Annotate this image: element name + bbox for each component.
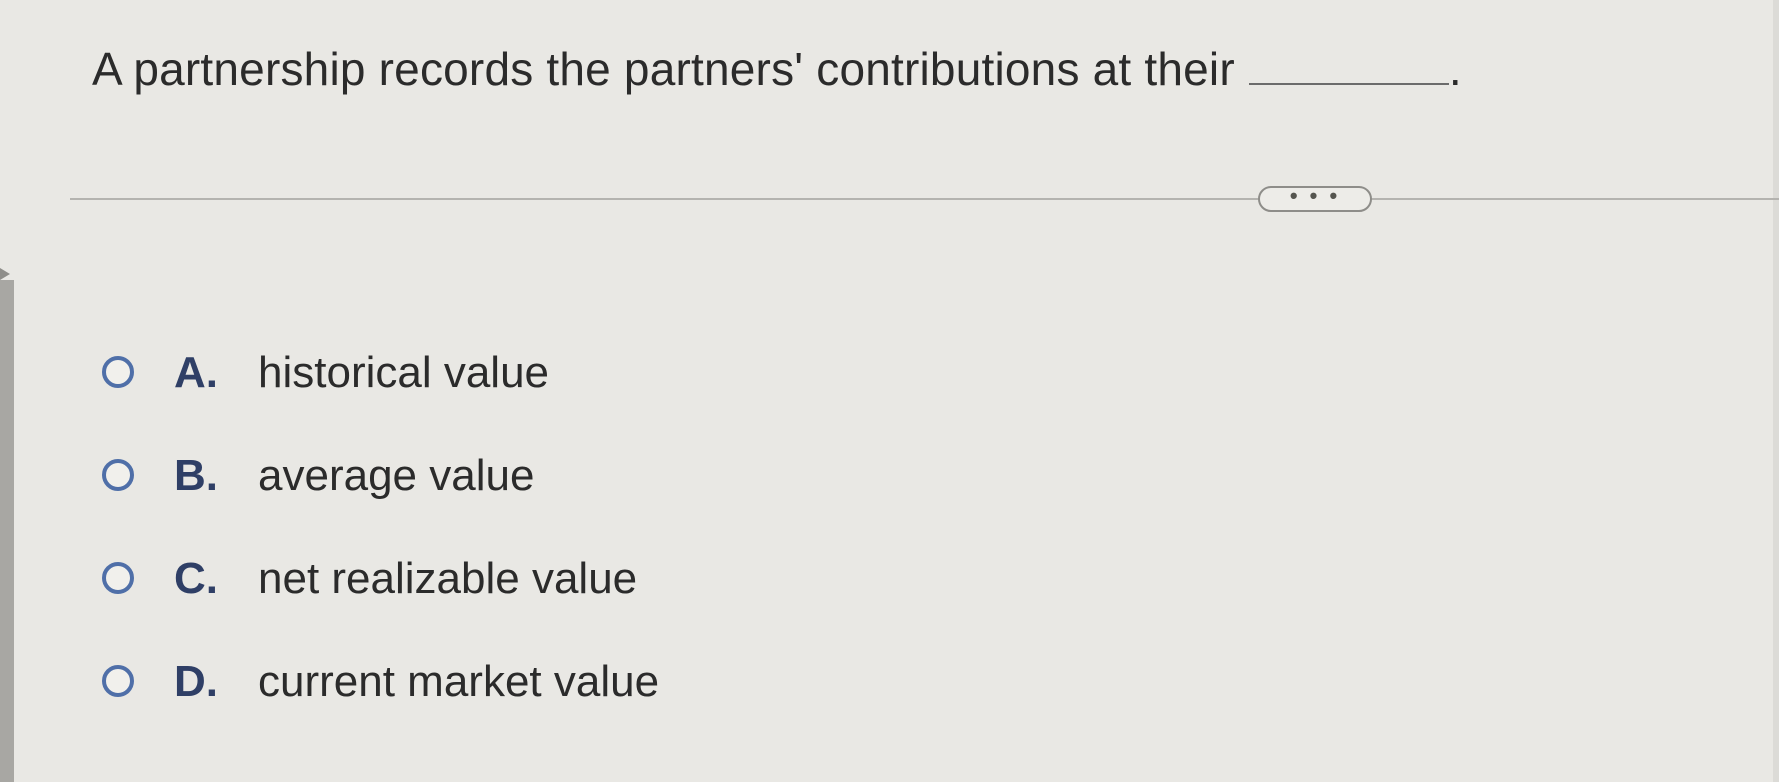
question-prompt: A partnership records the partners' cont… xyxy=(92,42,1462,96)
side-panel-arrow-icon[interactable] xyxy=(0,268,10,280)
option-letter: B. xyxy=(174,451,218,500)
option-letter: A. xyxy=(174,348,218,397)
question-text: A partnership records the partners' cont… xyxy=(92,43,1235,95)
radio-button-c[interactable] xyxy=(102,562,134,594)
radio-button-b[interactable] xyxy=(102,459,134,491)
more-options-button[interactable]: • • • xyxy=(1258,185,1372,212)
option-label[interactable]: current market value xyxy=(258,657,659,707)
section-divider xyxy=(70,198,1779,200)
option-letter: C. xyxy=(174,554,218,603)
option-letter: D. xyxy=(174,657,218,706)
option-label[interactable]: net realizable value xyxy=(258,554,637,604)
question-period: . xyxy=(1448,43,1462,95)
option-label[interactable]: historical value xyxy=(258,348,549,398)
scrollbar-track[interactable] xyxy=(1773,0,1779,782)
radio-button-a[interactable] xyxy=(102,356,134,388)
radio-button-d[interactable] xyxy=(102,665,134,697)
option-label[interactable]: average value xyxy=(258,451,534,501)
answer-blank xyxy=(1248,47,1449,85)
side-panel-edge xyxy=(0,280,14,782)
